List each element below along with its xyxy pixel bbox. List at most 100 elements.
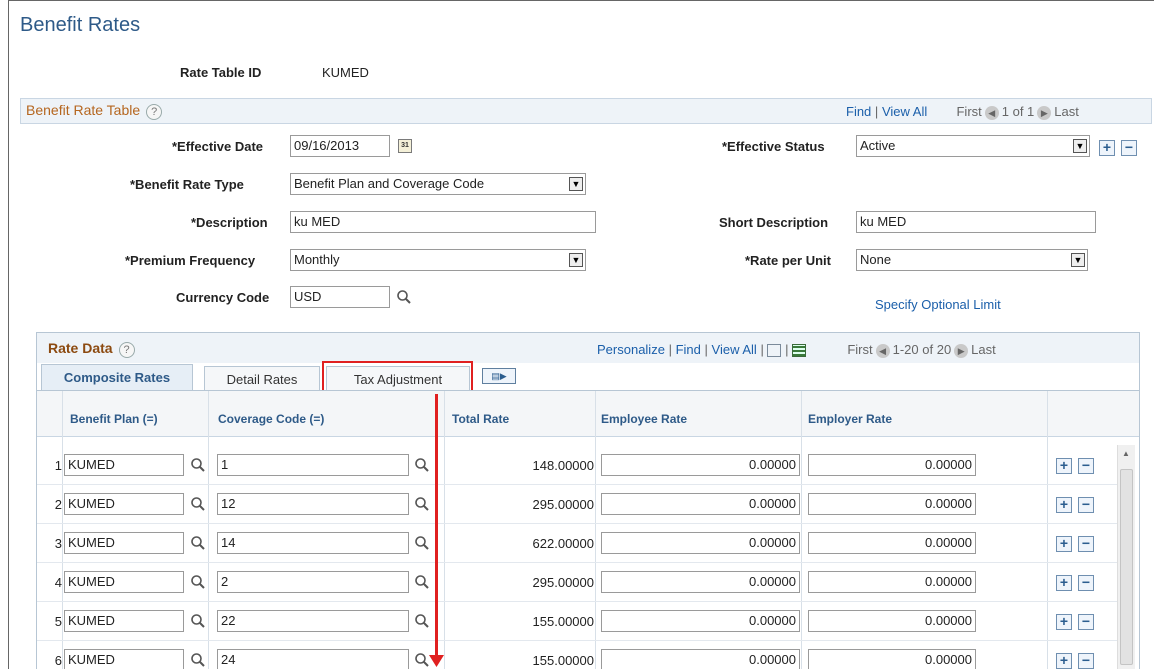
coverage-code-field[interactable]: 12 bbox=[217, 493, 409, 515]
benefit-plan-field[interactable]: KUMED bbox=[64, 571, 184, 593]
column-header-employer-rate[interactable]: Employer Rate bbox=[808, 412, 892, 426]
premium-frequency-label: *Premium Frequency bbox=[125, 253, 256, 268]
benefit-rate-type-select[interactable]: Benefit Plan and Coverage Code ▼ bbox=[290, 173, 586, 195]
previous-icon[interactable]: ◀ bbox=[875, 343, 890, 358]
next-icon[interactable]: ▶ bbox=[954, 343, 969, 358]
employee-rate-field[interactable]: 0.00000 bbox=[601, 610, 800, 632]
delete-row-button[interactable]: − bbox=[1078, 653, 1094, 669]
employer-rate-field[interactable]: 0.00000 bbox=[808, 571, 976, 593]
employer-rate-field[interactable]: 0.00000 bbox=[808, 649, 976, 669]
download-grid-icon[interactable] bbox=[792, 344, 807, 358]
help-icon[interactable]: ? bbox=[146, 103, 163, 120]
add-row-button[interactable]: + bbox=[1056, 653, 1072, 669]
delete-row-button[interactable]: − bbox=[1121, 140, 1137, 156]
tab-detail-rates[interactable]: Detail Rates bbox=[204, 366, 320, 392]
find-link[interactable]: Find bbox=[676, 342, 701, 357]
column-header-total-rate[interactable]: Total Rate bbox=[452, 412, 509, 426]
search-icon[interactable] bbox=[190, 496, 206, 512]
search-icon[interactable] bbox=[190, 613, 206, 629]
description-field[interactable]: ku MED bbox=[290, 211, 596, 233]
find-link[interactable]: Find bbox=[846, 104, 871, 119]
column-header-employee-rate[interactable]: Employee Rate bbox=[601, 412, 687, 426]
search-icon[interactable] bbox=[190, 457, 206, 473]
previous-icon[interactable]: ◀ bbox=[984, 105, 999, 120]
scroll-up-icon[interactable]: ▲ bbox=[1122, 449, 1130, 458]
vertical-scrollbar[interactable]: ▲ bbox=[1117, 445, 1135, 669]
search-icon[interactable] bbox=[414, 652, 430, 668]
search-icon[interactable] bbox=[414, 496, 430, 512]
add-row-button[interactable]: + bbox=[1056, 458, 1072, 474]
add-row-button[interactable]: + bbox=[1056, 497, 1072, 513]
separator: | bbox=[760, 342, 764, 357]
search-icon[interactable] bbox=[190, 535, 206, 551]
separator: | bbox=[785, 342, 789, 357]
currency-code-field[interactable]: USD bbox=[290, 286, 390, 308]
calendar-icon[interactable]: 31 bbox=[398, 139, 412, 153]
effective-status-value: Active bbox=[860, 138, 896, 153]
coverage-code-field[interactable]: 14 bbox=[217, 532, 409, 554]
search-icon[interactable] bbox=[414, 574, 430, 590]
short-description-field[interactable]: ku MED bbox=[856, 211, 1096, 233]
view-all-link[interactable]: View All bbox=[882, 104, 927, 119]
employee-rate-field[interactable]: 0.00000 bbox=[601, 571, 800, 593]
coverage-code-field[interactable]: 22 bbox=[217, 610, 409, 632]
premium-frequency-select[interactable]: Monthly ▼ bbox=[290, 249, 586, 271]
personalize-link[interactable]: Personalize bbox=[597, 342, 665, 357]
delete-row-button[interactable]: − bbox=[1078, 497, 1094, 513]
add-row-button[interactable]: + bbox=[1056, 614, 1072, 630]
column-header-coverage-code[interactable]: Coverage Code (=) bbox=[218, 412, 324, 426]
delete-row-button[interactable]: − bbox=[1078, 536, 1094, 552]
benefit-plan-field[interactable]: KUMED bbox=[64, 532, 184, 554]
coverage-code-field[interactable]: 2 bbox=[217, 571, 409, 593]
zoom-icon[interactable] bbox=[767, 344, 782, 358]
employee-rate-field[interactable]: 0.00000 bbox=[601, 454, 800, 476]
search-icon[interactable] bbox=[414, 613, 430, 629]
column-header-benefit-plan[interactable]: Benefit Plan (=) bbox=[70, 412, 158, 426]
benefit-rate-table-title-wrap: Benefit Rate Table? bbox=[26, 102, 163, 120]
employer-rate-field[interactable]: 0.00000 bbox=[808, 454, 976, 476]
show-all-columns-icon[interactable]: ▤▶ bbox=[482, 368, 516, 384]
tab-composite-rates[interactable]: Composite Rates bbox=[41, 364, 193, 390]
employee-rate-field[interactable]: 0.00000 bbox=[601, 532, 800, 554]
coverage-code-field[interactable]: 1 bbox=[217, 454, 409, 476]
add-row-button[interactable]: + bbox=[1056, 536, 1072, 552]
benefit-plan-field[interactable]: KUMED bbox=[64, 493, 184, 515]
rate-per-unit-select[interactable]: None ▼ bbox=[856, 249, 1088, 271]
employer-rate-field[interactable]: 0.00000 bbox=[808, 610, 976, 632]
help-icon[interactable]: ? bbox=[118, 341, 135, 358]
coverage-code-field[interactable]: 24 bbox=[217, 649, 409, 669]
search-icon[interactable] bbox=[414, 457, 430, 473]
employee-rate-field[interactable]: 0.00000 bbox=[601, 493, 800, 515]
add-row-button[interactable]: + bbox=[1056, 575, 1072, 591]
total-rate-value: 155.00000 bbox=[532, 614, 594, 629]
effective-date-field[interactable]: 09/16/2013 bbox=[290, 135, 390, 157]
add-row-button[interactable]: + bbox=[1099, 140, 1115, 156]
search-icon[interactable] bbox=[190, 652, 206, 668]
benefit-plan-field[interactable]: KUMED bbox=[64, 610, 184, 632]
employer-rate-field[interactable]: 0.00000 bbox=[808, 532, 976, 554]
next-icon[interactable]: ▶ bbox=[1037, 105, 1052, 120]
search-icon[interactable] bbox=[414, 535, 430, 551]
benefit-plan-field[interactable]: KUMED bbox=[64, 649, 184, 669]
chevron-down-icon: ▼ bbox=[1071, 253, 1085, 267]
delete-row-button[interactable]: − bbox=[1078, 614, 1094, 630]
row-number: 4 bbox=[54, 575, 62, 590]
specify-optional-limit-link[interactable]: Specify Optional Limit bbox=[875, 297, 1001, 312]
row-divider bbox=[37, 523, 1117, 524]
row-count: 1-20 of 20 bbox=[892, 342, 952, 357]
employee-rate-field[interactable]: 0.00000 bbox=[601, 649, 800, 669]
rate-per-unit-label: *Rate per Unit bbox=[745, 253, 831, 268]
column-divider bbox=[595, 391, 596, 669]
view-all-link[interactable]: View All bbox=[712, 342, 757, 357]
scrollbar-thumb[interactable] bbox=[1120, 469, 1133, 665]
search-icon[interactable] bbox=[396, 289, 412, 305]
row-divider bbox=[37, 562, 1117, 563]
benefit-plan-field[interactable]: KUMED bbox=[64, 454, 184, 476]
rate-data-nav: Personalize | Find | View All | | First ◀… bbox=[597, 342, 996, 358]
search-icon[interactable] bbox=[190, 574, 206, 590]
effective-status-select[interactable]: Active ▼ bbox=[856, 135, 1090, 157]
premium-frequency-value: Monthly bbox=[294, 252, 340, 267]
delete-row-button[interactable]: − bbox=[1078, 458, 1094, 474]
delete-row-button[interactable]: − bbox=[1078, 575, 1094, 591]
employer-rate-field[interactable]: 0.00000 bbox=[808, 493, 976, 515]
